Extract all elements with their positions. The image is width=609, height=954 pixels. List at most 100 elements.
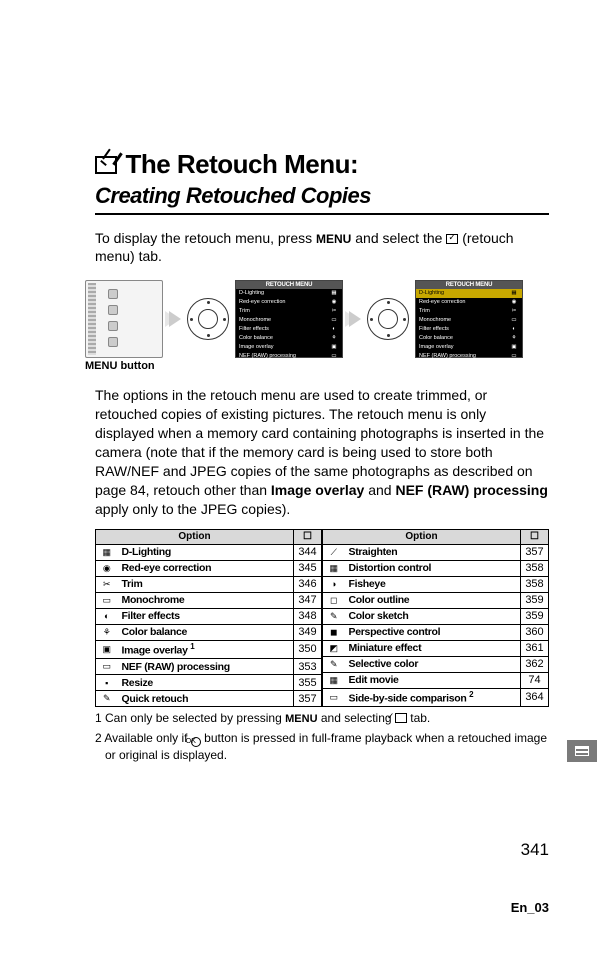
option-page: 345 [294,560,322,576]
screen-preview-1: RETOUCH MENU D-Lighting▦Red-eye correcti… [235,280,343,358]
option-name: Quick retouch [118,691,294,707]
option-icon: ⚘ [96,624,118,640]
screen-menu-row: Red-eye correction◉ [236,298,342,307]
table-row: ▭Monochrome347 [96,592,322,608]
option-name: Side-by-side comparison 2 [345,688,521,707]
screen-menu-row: D-Lighting▦ [416,289,522,298]
retouch-tab-icon [446,234,458,244]
options-table-left: Option ☐ ▦D-Lighting344◉Red-eye correcti… [95,529,322,708]
multi-selector-icon [367,298,409,340]
option-page: 346 [294,576,322,592]
screen-menu-row: NEF (RAW) processing▭ [236,352,342,361]
option-icon: ⟋ [323,544,345,560]
option-icon: ◉ [96,560,118,576]
page-title: The Retouch Menu: [125,149,358,179]
page-number: 341 [521,840,549,860]
option-icon: ▪ [96,675,118,691]
caption-menu-word: MENU [85,360,117,372]
table-row: ✎Selective color362 [323,656,549,672]
option-name: Distortion control [345,560,521,576]
arrow-icon [169,311,181,327]
body-text: and [364,482,395,498]
screen-menu-row: Color balance⚘ [416,334,522,343]
screen-menu-row: Red-eye correction◉ [416,298,522,307]
option-page: 362 [521,656,549,672]
table-row: ✎Quick retouch357 [96,691,322,707]
table-row: ◑Fisheye358 [323,576,549,592]
option-page: 361 [521,640,549,656]
option-name: Monochrome [118,592,294,608]
table-row: ▦Edit movie74 [323,672,549,688]
heading-block: The Retouch Menu: Creating Retouched Cop… [95,150,549,215]
table-row: ▪Resize355 [96,675,322,691]
option-name: Perspective control [345,624,521,640]
option-icon: ▭ [96,592,118,608]
option-icon: ✎ [323,656,345,672]
option-name: Red-eye correction [118,560,294,576]
table-row: ▦Distortion control358 [323,560,549,576]
table-row: ▭NEF (RAW) processing353 [96,659,322,675]
screen-title: RETOUCH MENU [236,281,342,289]
col-option: Option [96,529,294,544]
option-icon: ▦ [323,672,345,688]
camera-back-illustration [85,280,163,358]
ok-button-icon: OK [191,737,201,747]
col-page-icon: ☐ [294,529,322,544]
multi-selector-icon [187,298,229,340]
table-row: ◐Filter effects348 [96,608,322,624]
table-row: ◻Color outline359 [323,592,549,608]
option-name: Image overlay 1 [118,640,294,659]
table-row: ◩Miniature effect361 [323,640,549,656]
options-tables: Option ☐ ▦D-Lighting344◉Red-eye correcti… [95,529,549,708]
footnote-1: 1 Can only be selected by pressing MENU … [95,710,549,727]
figure-caption: MENU button [85,360,549,372]
option-icon: ◩ [323,640,345,656]
option-page: 359 [521,592,549,608]
option-page: 364 [521,688,549,707]
screen-menu-row: Trim✂ [236,307,342,316]
option-name: Edit movie [345,672,521,688]
arrow-icon [349,311,361,327]
table-row: ▦D-Lighting344 [96,544,322,560]
caption-rest: button [117,360,154,372]
table-row: ⟋Straighten357 [323,544,549,560]
option-page: 348 [294,608,322,624]
table-row: ✂Trim346 [96,576,322,592]
footnote-text: 1 Can only be selected by pressing [95,711,285,725]
option-name: Fisheye [345,576,521,592]
footnote-text: tab. [407,711,430,725]
footnote-text: 2 Available only if [95,731,191,745]
screen-menu-row: Image overlay▣ [416,343,522,352]
option-page: 350 [294,640,322,659]
option-icon: ▦ [96,544,118,560]
col-option: Option [323,529,521,544]
page-subtitle: Creating Retouched Copies [95,183,549,215]
body-text: apply only to the JPEG copies). [95,501,290,517]
option-icon: ▭ [323,688,345,707]
screen-title: RETOUCH MENU [416,281,522,289]
screen-menu-row: Color balance⚘ [236,334,342,343]
option-icon: ◻ [323,592,345,608]
screen-menu-row: Filter effects◐ [236,325,342,334]
option-icon: ✂ [96,576,118,592]
option-icon: ◑ [323,576,345,592]
screen-menu-row: Monochrome▭ [236,316,342,325]
option-page: 360 [521,624,549,640]
option-name: Resize [118,675,294,691]
option-name: Miniature effect [345,640,521,656]
screen-menu-row: NEF (RAW) processing▭ [416,352,522,361]
table-row: ◉Red-eye correction345 [96,560,322,576]
intro-text-1: To display the retouch menu, press [95,230,316,246]
options-table-right: Option ☐ ⟋Straighten357▦Distortion contr… [322,529,549,708]
screen-preview-2: RETOUCH MENU D-Lighting▦Red-eye correcti… [415,280,523,358]
col-page-icon: ☐ [521,529,549,544]
retouch-icon [95,156,117,174]
option-icon: ▣ [96,640,118,659]
option-page: 344 [294,544,322,560]
option-page: 74 [521,672,549,688]
screen-menu-row: D-Lighting▦ [236,289,342,298]
option-name: Filter effects [118,608,294,624]
table-row: ✎Color sketch359 [323,608,549,624]
menu-label: MENU [285,713,317,725]
option-name: Color balance [118,624,294,640]
